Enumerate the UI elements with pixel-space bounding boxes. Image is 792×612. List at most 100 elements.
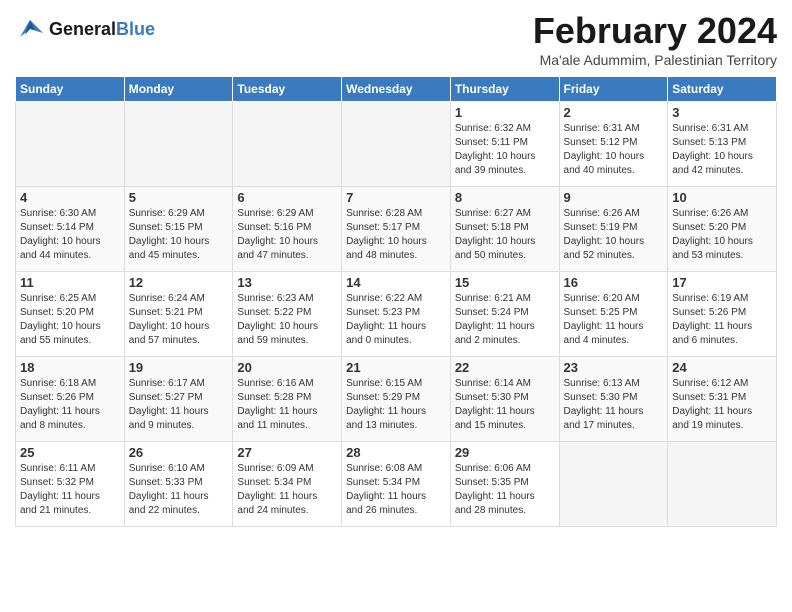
calendar-cell: 2Sunrise: 6:31 AM Sunset: 5:12 PM Daylig…: [559, 102, 668, 187]
day-info: Sunrise: 6:30 AM Sunset: 5:14 PM Dayligh…: [20, 207, 120, 263]
day-info: Sunrise: 6:09 AM Sunset: 5:34 PM Dayligh…: [237, 462, 337, 518]
header-monday: Monday: [124, 77, 233, 102]
day-number: 7: [346, 190, 446, 205]
header-wednesday: Wednesday: [342, 77, 451, 102]
calendar-cell: 7 Sunrise: 6:28 AM Sunset: 5:17 PM Daylig…: [342, 187, 451, 272]
calendar-cell: 16 Sunrise: 6:20 AM Sunset: 5:25 PM Dayli…: [559, 272, 668, 357]
day-info: Sunrise: 6:25 AM Sunset: 5:20 PM Dayligh…: [20, 292, 120, 348]
calendar-cell: [16, 102, 125, 187]
day-info: Sunrise: 6:11 AM Sunset: 5:32 PM Dayligh…: [20, 462, 120, 518]
day-info: Sunrise: 6:08 AM Sunset: 5:34 PM Dayligh…: [346, 462, 446, 518]
calendar-cell: 8 Sunrise: 6:27 AM Sunset: 5:18 PM Daylig…: [450, 187, 559, 272]
day-info: Sunrise: 6:29 AM Sunset: 5:15 PM Dayligh…: [129, 207, 229, 263]
calendar-week-row: 25 Sunrise: 6:11 AM Sunset: 5:32 PM Dayli…: [16, 442, 777, 527]
day-info: Sunrise: 6:24 AM Sunset: 5:21 PM Dayligh…: [129, 292, 229, 348]
day-number: 20: [237, 360, 337, 375]
logo: GeneralBlue: [15, 15, 155, 45]
calendar-cell: 27 Sunrise: 6:09 AM Sunset: 5:34 PM Dayli…: [233, 442, 342, 527]
day-info: Sunrise: 6:23 AM Sunset: 5:22 PM Dayligh…: [237, 292, 337, 348]
day-info: Sunrise: 6:14 AM Sunset: 5:30 PM Dayligh…: [455, 377, 555, 433]
day-number: 28: [346, 445, 446, 460]
calendar-cell: 15 Sunrise: 6:21 AM Sunset: 5:24 PM Dayli…: [450, 272, 559, 357]
calendar-cell: [559, 442, 668, 527]
calendar-cell: 19Sunrise: 6:17 AM Sunset: 5:27 PM Dayli…: [124, 357, 233, 442]
calendar-week-row: 11 Sunrise: 6:25 AM Sunset: 5:20 PM Dayli…: [16, 272, 777, 357]
calendar-cell: [124, 102, 233, 187]
header-sunday: Sunday: [16, 77, 125, 102]
calendar-week-row: 18Sunrise: 6:18 AM Sunset: 5:26 PM Dayli…: [16, 357, 777, 442]
calendar-header-row: SundayMondayTuesdayWednesdayThursdayFrid…: [16, 77, 777, 102]
day-info: Sunrise: 6:13 AM Sunset: 5:30 PM Dayligh…: [564, 377, 664, 433]
day-info: Sunrise: 6:15 AM Sunset: 5:29 PM Dayligh…: [346, 377, 446, 433]
calendar-cell: 9 Sunrise: 6:26 AM Sunset: 5:19 PM Daylig…: [559, 187, 668, 272]
calendar-cell: 20Sunrise: 6:16 AM Sunset: 5:28 PM Dayli…: [233, 357, 342, 442]
day-number: 18: [20, 360, 120, 375]
day-number: 29: [455, 445, 555, 460]
calendar-cell: 22Sunrise: 6:14 AM Sunset: 5:30 PM Dayli…: [450, 357, 559, 442]
calendar-cell: 13Sunrise: 6:23 AM Sunset: 5:22 PM Dayli…: [233, 272, 342, 357]
day-info: Sunrise: 6:26 AM Sunset: 5:20 PM Dayligh…: [672, 207, 772, 263]
day-number: 23: [564, 360, 664, 375]
day-info: Sunrise: 6:31 AM Sunset: 5:12 PM Dayligh…: [564, 122, 664, 178]
calendar-cell: 4 Sunrise: 6:30 AM Sunset: 5:14 PM Daylig…: [16, 187, 125, 272]
day-number: 4: [20, 190, 120, 205]
day-info: Sunrise: 6:28 AM Sunset: 5:17 PM Dayligh…: [346, 207, 446, 263]
day-number: 10: [672, 190, 772, 205]
header-thursday: Thursday: [450, 77, 559, 102]
calendar-table: SundayMondayTuesdayWednesdayThursdayFrid…: [15, 76, 777, 527]
calendar-cell: 12Sunrise: 6:24 AM Sunset: 5:21 PM Dayli…: [124, 272, 233, 357]
calendar-cell: 10 Sunrise: 6:26 AM Sunset: 5:20 PM Dayli…: [668, 187, 777, 272]
calendar-week-row: 1Sunrise: 6:32 AM Sunset: 5:11 PM Daylig…: [16, 102, 777, 187]
day-number: 26: [129, 445, 229, 460]
month-title: February 2024: [533, 10, 777, 52]
calendar-cell: 3 Sunrise: 6:31 AM Sunset: 5:13 PM Daylig…: [668, 102, 777, 187]
calendar-cell: 25 Sunrise: 6:11 AM Sunset: 5:32 PM Dayli…: [16, 442, 125, 527]
day-info: Sunrise: 6:26 AM Sunset: 5:19 PM Dayligh…: [564, 207, 664, 263]
day-number: 3: [672, 105, 772, 120]
calendar-cell: 11 Sunrise: 6:25 AM Sunset: 5:20 PM Dayli…: [16, 272, 125, 357]
day-number: 8: [455, 190, 555, 205]
calendar-cell: 21 Sunrise: 6:15 AM Sunset: 5:29 PM Dayli…: [342, 357, 451, 442]
calendar-cell: 18Sunrise: 6:18 AM Sunset: 5:26 PM Dayli…: [16, 357, 125, 442]
calendar-week-row: 4 Sunrise: 6:30 AM Sunset: 5:14 PM Daylig…: [16, 187, 777, 272]
calendar-cell: 6Sunrise: 6:29 AM Sunset: 5:16 PM Daylig…: [233, 187, 342, 272]
day-info: Sunrise: 6:32 AM Sunset: 5:11 PM Dayligh…: [455, 122, 555, 178]
calendar-cell: 14Sunrise: 6:22 AM Sunset: 5:23 PM Dayli…: [342, 272, 451, 357]
calendar-cell: 1Sunrise: 6:32 AM Sunset: 5:11 PM Daylig…: [450, 102, 559, 187]
calendar-cell: 29 Sunrise: 6:06 AM Sunset: 5:35 PM Dayli…: [450, 442, 559, 527]
day-info: Sunrise: 6:06 AM Sunset: 5:35 PM Dayligh…: [455, 462, 555, 518]
day-number: 25: [20, 445, 120, 460]
calendar-cell: 5 Sunrise: 6:29 AM Sunset: 5:15 PM Daylig…: [124, 187, 233, 272]
day-number: 24: [672, 360, 772, 375]
calendar-cell: 28 Sunrise: 6:08 AM Sunset: 5:34 PM Dayli…: [342, 442, 451, 527]
day-info: Sunrise: 6:27 AM Sunset: 5:18 PM Dayligh…: [455, 207, 555, 263]
header-tuesday: Tuesday: [233, 77, 342, 102]
calendar-cell: 23 Sunrise: 6:13 AM Sunset: 5:30 PM Dayli…: [559, 357, 668, 442]
calendar-cell: 17Sunrise: 6:19 AM Sunset: 5:26 PM Dayli…: [668, 272, 777, 357]
header-friday: Friday: [559, 77, 668, 102]
day-number: 16: [564, 275, 664, 290]
day-info: Sunrise: 6:19 AM Sunset: 5:26 PM Dayligh…: [672, 292, 772, 348]
calendar-cell: [342, 102, 451, 187]
day-info: Sunrise: 6:10 AM Sunset: 5:33 PM Dayligh…: [129, 462, 229, 518]
title-block: February 2024 Ma'ale Adummim, Palestinia…: [533, 10, 777, 68]
day-info: Sunrise: 6:22 AM Sunset: 5:23 PM Dayligh…: [346, 292, 446, 348]
day-info: Sunrise: 6:21 AM Sunset: 5:24 PM Dayligh…: [455, 292, 555, 348]
day-number: 15: [455, 275, 555, 290]
logo-icon: [15, 15, 45, 45]
day-info: Sunrise: 6:20 AM Sunset: 5:25 PM Dayligh…: [564, 292, 664, 348]
page-header: GeneralBlue February 2024 Ma'ale Adummim…: [15, 10, 777, 68]
day-number: 21: [346, 360, 446, 375]
calendar-cell: [233, 102, 342, 187]
day-number: 11: [20, 275, 120, 290]
day-number: 27: [237, 445, 337, 460]
day-number: 9: [564, 190, 664, 205]
logo-text: GeneralBlue: [49, 20, 155, 40]
calendar-cell: 26 Sunrise: 6:10 AM Sunset: 5:33 PM Dayli…: [124, 442, 233, 527]
day-info: Sunrise: 6:17 AM Sunset: 5:27 PM Dayligh…: [129, 377, 229, 433]
day-info: Sunrise: 6:12 AM Sunset: 5:31 PM Dayligh…: [672, 377, 772, 433]
day-info: Sunrise: 6:29 AM Sunset: 5:16 PM Dayligh…: [237, 207, 337, 263]
day-info: Sunrise: 6:31 AM Sunset: 5:13 PM Dayligh…: [672, 122, 772, 178]
calendar-cell: [668, 442, 777, 527]
day-number: 5: [129, 190, 229, 205]
